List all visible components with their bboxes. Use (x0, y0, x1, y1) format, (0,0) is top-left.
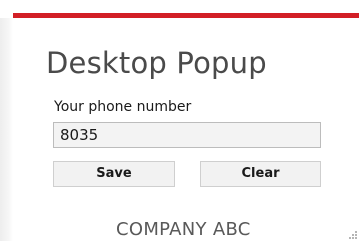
accent-bar (0, 0, 359, 18)
window-shadow (0, 18, 13, 241)
desktop-popup: Desktop Popup Your phone number 8035 Sav… (13, 18, 359, 241)
popup-title: Desktop Popup (46, 46, 267, 80)
resize-grip-icon[interactable] (349, 231, 357, 239)
phone-input[interactable]: 8035 (53, 122, 321, 148)
clear-button[interactable]: Clear (200, 161, 321, 187)
company-name: COMPANY ABC (116, 219, 251, 240)
save-button[interactable]: Save (53, 161, 175, 187)
phone-label: Your phone number (54, 99, 192, 115)
